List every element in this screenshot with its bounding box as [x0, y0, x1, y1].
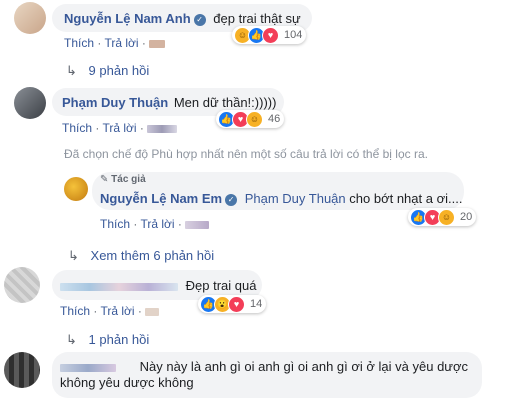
verified-icon: ✓	[225, 193, 238, 206]
comment-text-row: Nguyễn Lệ Nam Anh ✓ đẹp trai thật sự	[64, 11, 301, 26]
author-badge-label: Tác giả	[111, 174, 146, 185]
view-replies-link[interactable]: ↳ 9 phản hồi	[66, 63, 149, 79]
love-reaction-icon: ♥	[262, 26, 279, 44]
like-link[interactable]: Thích	[62, 121, 92, 135]
comment-actions: Thích · Trả lời ·	[60, 304, 160, 318]
reaction-count: 14	[250, 298, 263, 310]
more-replies-link[interactable]: ↳ Xem thêm 6 phản hồi	[68, 248, 214, 264]
mention-link[interactable]: Phạm Duy Thuận	[245, 191, 346, 206]
reaction-summary[interactable]: 👍 ♥ ☺ 20	[408, 208, 477, 226]
comment-text-line-2: không yêu dược không	[60, 375, 194, 390]
love-reaction-icon: ♥	[228, 295, 245, 313]
avatar[interactable]	[4, 352, 40, 388]
comment-text-block: Này này là anh gì oi anh gì oi anh gì ơi…	[60, 359, 468, 391]
like-link[interactable]: Thích	[100, 217, 130, 231]
haha-reaction-icon: ☺	[246, 110, 263, 128]
reply-text-row: Nguyễn Lệ Nam Em ✓ Phạm Duy Thuận cho bớt…	[100, 191, 462, 206]
reply-author[interactable]: Nguyễn Lệ Nam Em	[100, 191, 222, 206]
author-pen-icon: ✎	[100, 174, 109, 185]
view-replies-label: 9 phản hồi	[88, 63, 150, 78]
reply-link[interactable]: Trả lời	[140, 217, 174, 231]
reply-text: cho bớt nhạt a ơi....	[349, 191, 463, 206]
comment-author[interactable]: Phạm Duy Thuận	[62, 95, 168, 110]
view-replies-link[interactable]: ↳ 1 phản hồi	[66, 332, 149, 348]
reply-link[interactable]: Trả lời	[100, 304, 134, 318]
author-badge: ✎ Tác giả	[100, 174, 146, 185]
filter-notice: Đã chọn chế độ Phù hợp nhất nên một số c…	[64, 147, 428, 161]
avatar[interactable]	[64, 177, 88, 201]
view-replies-label: 1 phản hồi	[88, 332, 150, 347]
reply-link[interactable]: Trả lời	[104, 36, 138, 50]
comment-text: Men dữ thần!:)))))	[173, 95, 277, 110]
like-link[interactable]: Thích	[60, 304, 90, 318]
avatar[interactable]	[14, 2, 46, 34]
comment-actions: Thích · Trả lời ·	[62, 121, 178, 135]
timestamp-blurred	[145, 307, 160, 316]
reaction-count: 20	[460, 211, 473, 223]
comment-text-row: Phạm Duy Thuận Men dữ thần!:)))))	[62, 95, 276, 110]
comment-author-blurred	[60, 282, 178, 291]
verified-icon: ✓	[193, 13, 206, 26]
comment-text-row: Đẹp trai quá	[60, 278, 256, 293]
avatar[interactable]	[14, 87, 46, 119]
reply-arrow-icon: ↳	[68, 248, 79, 263]
reaction-count: 46	[268, 113, 281, 125]
comment-text: đẹp trai thật sự	[213, 11, 301, 26]
reaction-summary[interactable]: ☺ 👍 ♥ 104	[232, 26, 307, 44]
timestamp-blurred	[147, 124, 178, 133]
comment-actions: Thích · Trả lời ·	[64, 36, 166, 50]
timestamp-blurred	[185, 220, 210, 229]
comment-text-line-1: Này này là anh gì oi anh gì oi anh gì ơi…	[139, 359, 469, 374]
reaction-count: 104	[284, 29, 303, 41]
haha-reaction-icon: ☺	[438, 208, 455, 226]
timestamp-blurred	[149, 39, 166, 48]
reply-link[interactable]: Trả lời	[102, 121, 136, 135]
more-replies-label: Xem thêm 6 phản hồi	[90, 248, 215, 263]
comment-text: Đẹp trai quá	[185, 278, 257, 293]
comment-author[interactable]: Nguyễn Lệ Nam Anh	[64, 11, 191, 26]
reply-arrow-icon: ↳	[66, 63, 77, 78]
comment-author-blurred	[60, 363, 116, 372]
reaction-summary[interactable]: 👍 ♥ ☺ 46	[216, 110, 285, 128]
avatar[interactable]	[4, 267, 40, 303]
reaction-summary[interactable]: 👍 😮 ♥ 14	[198, 295, 267, 313]
reply-actions: Thích · Trả lời ·	[100, 217, 210, 231]
reply-arrow-icon: ↳	[66, 332, 77, 347]
like-link[interactable]: Thích	[64, 36, 94, 50]
